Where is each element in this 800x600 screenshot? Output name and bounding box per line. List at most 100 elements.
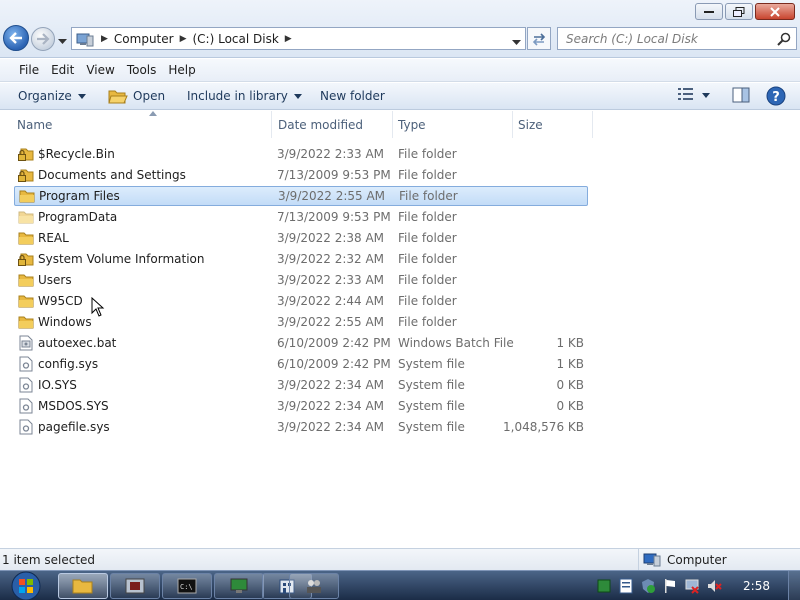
taskbar-people-app[interactable] [289,573,339,599]
help-icon: ? [766,86,786,106]
tray-document-icon[interactable] [617,577,635,595]
taskbar-media-app[interactable] [110,573,160,599]
arrow-right-icon [37,33,50,45]
breadcrumb-separator-icon[interactable]: ▶ [285,34,292,44]
folder-icon [18,314,34,330]
chevron-down-icon [702,93,710,98]
file-name-cell[interactable]: W95CD [18,293,273,309]
tray-security-icon[interactable] [639,577,657,595]
search-icon[interactable] [775,30,793,48]
file-date: 6/10/2009 2:42 PM [277,357,391,371]
computer-location-icon [75,30,95,48]
command-bar: Organize Open Include in library New fol… [0,83,800,110]
file-name-cell[interactable]: config.sys [18,356,273,372]
file-name-cell[interactable]: Users [18,272,273,288]
show-desktop-button[interactable] [788,571,800,600]
preview-pane-button[interactable] [732,87,750,103]
file-row[interactable]: System Volume Information 3/9/2022 2:32 A… [14,249,588,269]
hidden-folder-icon [18,209,34,225]
view-options-dropdown[interactable] [702,93,710,98]
file-name-cell[interactable]: Documents and Settings [18,167,273,183]
breadcrumb-local-disk[interactable]: (C:) Local Disk [193,32,279,46]
file-name-cell[interactable]: ProgramData [18,209,273,225]
file-row[interactable]: MSDOS.SYS 3/9/2022 2:34 AM System file 0 KB [14,396,588,416]
file-name-cell[interactable]: REAL [18,230,273,246]
breadcrumb-computer[interactable]: Computer [114,32,174,46]
column-header-date[interactable]: Date modified [273,111,393,138]
back-button[interactable] [3,25,29,51]
file-row[interactable]: ProgramData 7/13/2009 9:53 PM File folder [14,207,588,227]
menu-edit[interactable]: Edit [51,63,74,77]
file-row[interactable]: Program Files 3/9/2022 2:55 AM File folder [14,186,588,206]
file-name: config.sys [38,357,99,371]
address-bar[interactable]: ▶ Computer ▶ (C:) Local Disk ▶ [71,27,526,50]
minimize-button[interactable] [695,3,723,20]
status-bar: 1 item selected Computer [0,548,800,571]
system-file-icon [18,419,34,435]
file-name-cell[interactable]: System Volume Information [18,251,273,267]
breadcrumb-separator-icon[interactable]: ▶ [101,34,108,44]
column-header-type[interactable]: Type [393,111,513,138]
organize-button[interactable]: Organize [18,89,86,103]
column-header-name[interactable]: Name [12,111,272,138]
taskbar-explorer[interactable] [58,573,108,599]
refresh-button[interactable] [527,27,551,50]
file-row[interactable]: Users 3/9/2022 2:33 AM File folder [14,270,588,290]
menu-tools[interactable]: Tools [127,63,157,77]
menu-file[interactable]: File [19,63,39,77]
tray-app-icon[interactable] [595,577,613,595]
svg-text:?: ? [772,90,780,105]
volume-muted-icon[interactable] [705,577,723,595]
file-name-cell[interactable]: IO.SYS [18,377,273,393]
file-date: 3/9/2022 2:34 AM [277,378,385,392]
file-row[interactable]: REAL 3/9/2022 2:38 AM File folder [14,228,588,248]
file-row[interactable]: IO.SYS 3/9/2022 2:34 AM System file 0 KB [14,375,588,395]
search-input[interactable]: Search (C:) Local Disk [557,27,797,50]
file-size: 1,048,576 KB [503,420,584,434]
file-size: 0 KB [556,399,584,413]
menu-bar: File Edit View Tools Help [0,59,800,82]
file-row[interactable]: Documents and Settings 7/13/2009 9:53 PM F… [14,165,588,185]
open-button[interactable]: Open [108,87,165,105]
file-type: Windows Batch File [398,336,514,350]
start-button[interactable] [8,571,44,600]
recent-pages-dropdown[interactable] [58,34,67,48]
taskbar-command-prompt[interactable]: C:\ [162,573,212,599]
menu-help[interactable]: Help [168,63,195,77]
file-name: autoexec.bat [38,336,117,350]
file-name-cell[interactable]: MSDOS.SYS [18,398,273,414]
new-folder-button[interactable]: New folder [320,89,385,103]
include-in-library-button[interactable]: Include in library [187,89,302,103]
taskbar-clock[interactable]: 2:58 [743,579,770,593]
change-view-button[interactable] [678,87,694,101]
file-name-cell[interactable]: autoexec.bat [18,335,273,351]
menu-view[interactable]: View [86,63,114,77]
folder-icon [19,188,35,204]
file-row[interactable]: config.sys 6/10/2009 2:42 PM System file 1 … [14,354,588,374]
file-row[interactable]: pagefile.sys 3/9/2022 2:34 AM System file 1… [14,417,588,437]
chevron-down-icon [512,40,521,45]
file-name-cell[interactable]: Program Files [19,188,274,204]
address-history-dropdown[interactable] [512,35,521,49]
status-location: Computer [638,549,727,571]
maximize-button[interactable] [725,3,753,20]
file-name-cell[interactable]: $Recycle.Bin [18,146,273,162]
network-disconnected-icon[interactable] [683,577,701,595]
file-name-cell[interactable]: Windows [18,314,273,330]
breadcrumb-separator-icon[interactable]: ▶ [180,34,187,44]
taskbar-monitor-app[interactable] [214,573,264,599]
file-list[interactable]: Name Date modified Type Size $Recycle.Bi… [0,111,800,547]
forward-button[interactable] [31,27,55,51]
file-row[interactable]: $Recycle.Bin 3/9/2022 2:33 AM File folder [14,144,588,164]
action-center-flag-icon[interactable] [661,577,679,595]
organize-label: Organize [18,89,72,103]
help-button[interactable]: ? [766,86,786,106]
column-header-size[interactable]: Size [513,111,593,138]
close-button[interactable] [755,3,795,20]
file-type: File folder [398,294,457,308]
file-name-cell[interactable]: pagefile.sys [18,419,273,435]
file-date: 3/9/2022 2:55 AM [277,315,385,329]
file-row[interactable]: autoexec.bat 6/10/2009 2:42 PM Windows Bat… [14,333,588,353]
close-icon [770,6,780,17]
monitor-icon [230,578,248,593]
